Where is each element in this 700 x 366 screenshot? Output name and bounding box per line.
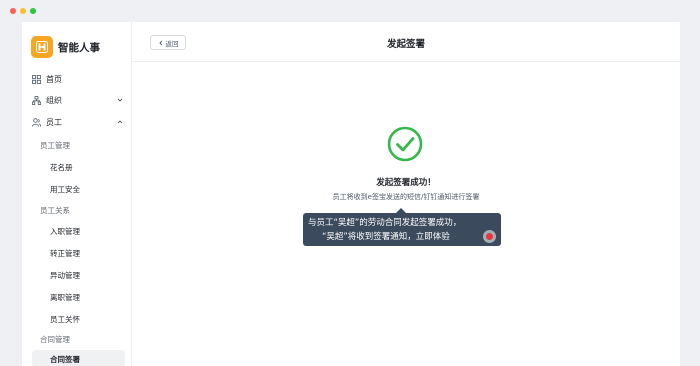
sidebar-item-org[interactable]: 组织 [32,93,124,107]
sidebar: 智能人事 首页 组织 员工 员工管理 花名册 用工安全 员工关系 入职管理 转正… [22,22,132,366]
close-window-button[interactable] [10,8,16,14]
brand-name: 智能人事 [58,41,100,54]
sidebar-item-contract-signing[interactable]: 合同签署 [32,350,125,366]
app-window: 智能人事 首页 组织 员工 员工管理 花名册 用工安全 员工关系 入职管理 转正… [22,22,680,366]
page-title: 发起签署 [386,39,425,50]
guide-tooltip: 与员工“吴超”的劳动合同发起签署成功， “吴超”将收到签署通知，立即体验 [303,208,501,246]
tooltip-line-2: “吴超”将收到签署通知，立即体验 [322,232,450,242]
brand-logo-icon [36,41,48,53]
sidebar-group-employee-relations: 员工关系 [40,206,70,215]
sidebar-item-employee[interactable]: 员工 [32,115,124,129]
sidebar-item-contract-signing-label: 合同签署 [50,355,80,364]
sidebar-item-transfer[interactable]: 异动管理 [50,270,80,281]
minimize-window-button[interactable] [20,8,26,14]
tooltip-arrow [396,208,406,213]
brand-logo [31,36,53,58]
sidebar-item-home-label: 首页 [46,74,62,84]
sidebar-item-probation[interactable]: 转正管理 [50,248,80,259]
sidebar-group-contract-management: 合同管理 [40,335,70,344]
maximize-window-button[interactable] [30,8,36,14]
grid-icon [32,74,41,84]
sidebar-item-labor-safety[interactable]: 用工安全 [50,184,80,195]
page-header: 返回 发起签署 [132,22,680,62]
org-chart-icon [32,95,41,105]
sidebar-item-onboarding[interactable]: 入职管理 [50,226,80,237]
sidebar-item-roster[interactable]: 花名册 [50,162,73,173]
sidebar-item-org-label: 组织 [46,95,62,105]
guide-hotspot-icon[interactable] [483,230,496,243]
sidebar-item-employee-care[interactable]: 员工关怀 [50,314,80,325]
chevron-up-icon [117,120,123,124]
tooltip-line-1: 与员工“吴超”的劳动合同发起签署成功， [308,218,462,228]
sidebar-item-offboarding[interactable]: 离职管理 [50,292,80,303]
sidebar-item-home[interactable]: 首页 [32,72,124,86]
chevron-down-icon [117,98,123,102]
check-circle-icon [387,126,423,162]
user-group-icon [32,117,41,127]
sidebar-item-employee-label: 员工 [46,117,62,127]
sidebar-group-employee-management: 员工管理 [40,141,70,150]
result-title: 发起签署成功！ [376,178,436,188]
result-description: 员工将收到e签宝发送的短信/钉钉通知进行签署 [332,193,480,201]
brand: 智能人事 [31,36,100,58]
window-titlebar [0,0,700,22]
